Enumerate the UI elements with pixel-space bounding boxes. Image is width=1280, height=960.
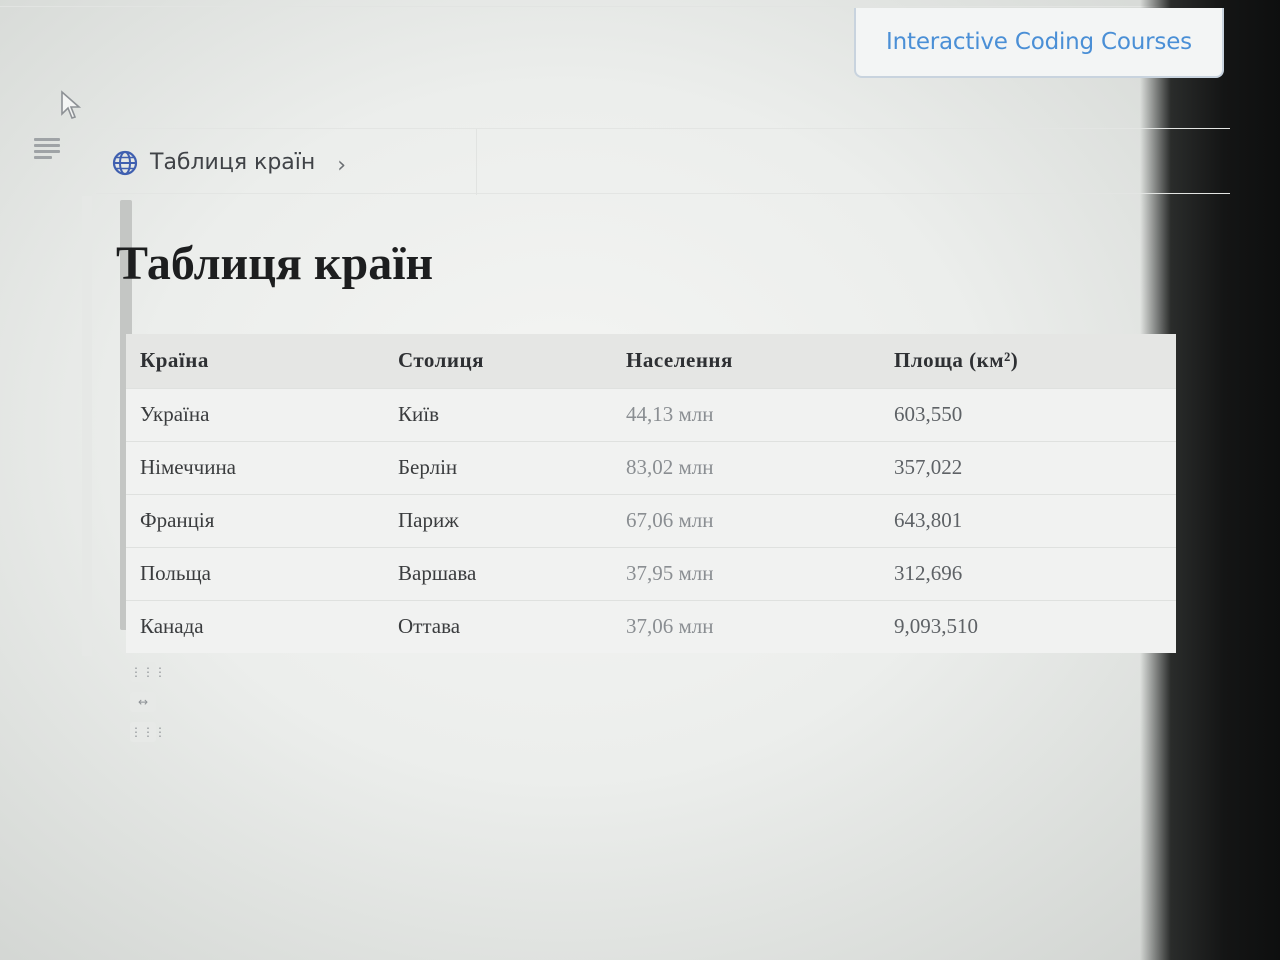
- cell-country: Франція: [126, 493, 384, 547]
- table-row: Німеччина Берлін 83,02 млн 357,022: [126, 440, 1176, 494]
- cell-area: 357,022: [880, 440, 1176, 494]
- cell-capital: Берлін: [384, 440, 612, 494]
- countries-table: Країна Столиця Населення Площа (км²) Укр…: [126, 334, 1176, 653]
- cell-area: 312,696: [880, 546, 1176, 600]
- courses-button-label: Interactive Coding Courses: [886, 29, 1192, 55]
- breadcrumb-bar: Таблиця країн ›: [96, 128, 1230, 195]
- table-row: Польща Варшава 37,95 млн 312,696: [126, 546, 1176, 600]
- column-header-area: Площа (км²): [880, 334, 1176, 388]
- chevron-right-icon[interactable]: ›: [337, 153, 346, 178]
- cell-capital: Київ: [384, 387, 612, 441]
- cell-capital: Варшава: [384, 546, 612, 600]
- cell-country: Канада: [126, 599, 384, 653]
- mouse-cursor-icon: [61, 90, 82, 119]
- cell-area: 9,093,510: [880, 599, 1176, 653]
- column-header-country: Країна: [126, 334, 384, 388]
- breadcrumb[interactable]: Таблиця країн ›: [112, 147, 346, 178]
- drag-handle-icon[interactable]: ⋮⋮⋮: [130, 722, 166, 742]
- column-header-population: Населення: [612, 334, 880, 388]
- table-handles: ⋮⋮⋮ ↔ ⋮⋮⋮: [130, 662, 166, 752]
- breadcrumb-divider: [476, 129, 477, 195]
- cell-population: 67,06 млн: [612, 493, 880, 547]
- drag-handle-icon[interactable]: ⋮⋮⋮: [130, 662, 166, 682]
- column-header-capital: Столиця: [384, 334, 612, 388]
- cell-area: 603,550: [880, 387, 1176, 441]
- cell-area: 643,801: [880, 493, 1176, 547]
- menu-icon[interactable]: [34, 138, 60, 160]
- cell-country: Німеччина: [126, 440, 384, 494]
- table-row: Україна Київ 44,13 млн 603,550: [126, 387, 1176, 441]
- cell-population: 83,02 млн: [612, 440, 880, 494]
- page-title: Таблиця країн: [116, 237, 434, 290]
- cell-population: 37,06 млн: [612, 599, 880, 653]
- cell-country: Польща: [126, 546, 384, 600]
- resize-width-icon[interactable]: ↔: [130, 692, 156, 712]
- cell-capital: Париж: [384, 493, 612, 547]
- cell-population: 44,13 млн: [612, 387, 880, 441]
- sidebar-edge: [82, 196, 92, 656]
- cell-capital: Оттава: [384, 599, 612, 653]
- top-divider: [0, 6, 1230, 7]
- breadcrumb-label: Таблиця країн: [150, 150, 316, 175]
- cell-population: 37,95 млн: [612, 546, 880, 600]
- interactive-coding-courses-button[interactable]: Interactive Coding Courses: [854, 8, 1224, 78]
- cell-country: Україна: [126, 387, 384, 441]
- globe-icon: [112, 150, 138, 175]
- table-row: Франція Париж 67,06 млн 643,801: [126, 493, 1176, 547]
- table-header-row: Країна Столиця Населення Площа (км²): [126, 334, 1176, 388]
- table-row: Канада Оттава 37,06 млн 9,093,510: [126, 599, 1176, 653]
